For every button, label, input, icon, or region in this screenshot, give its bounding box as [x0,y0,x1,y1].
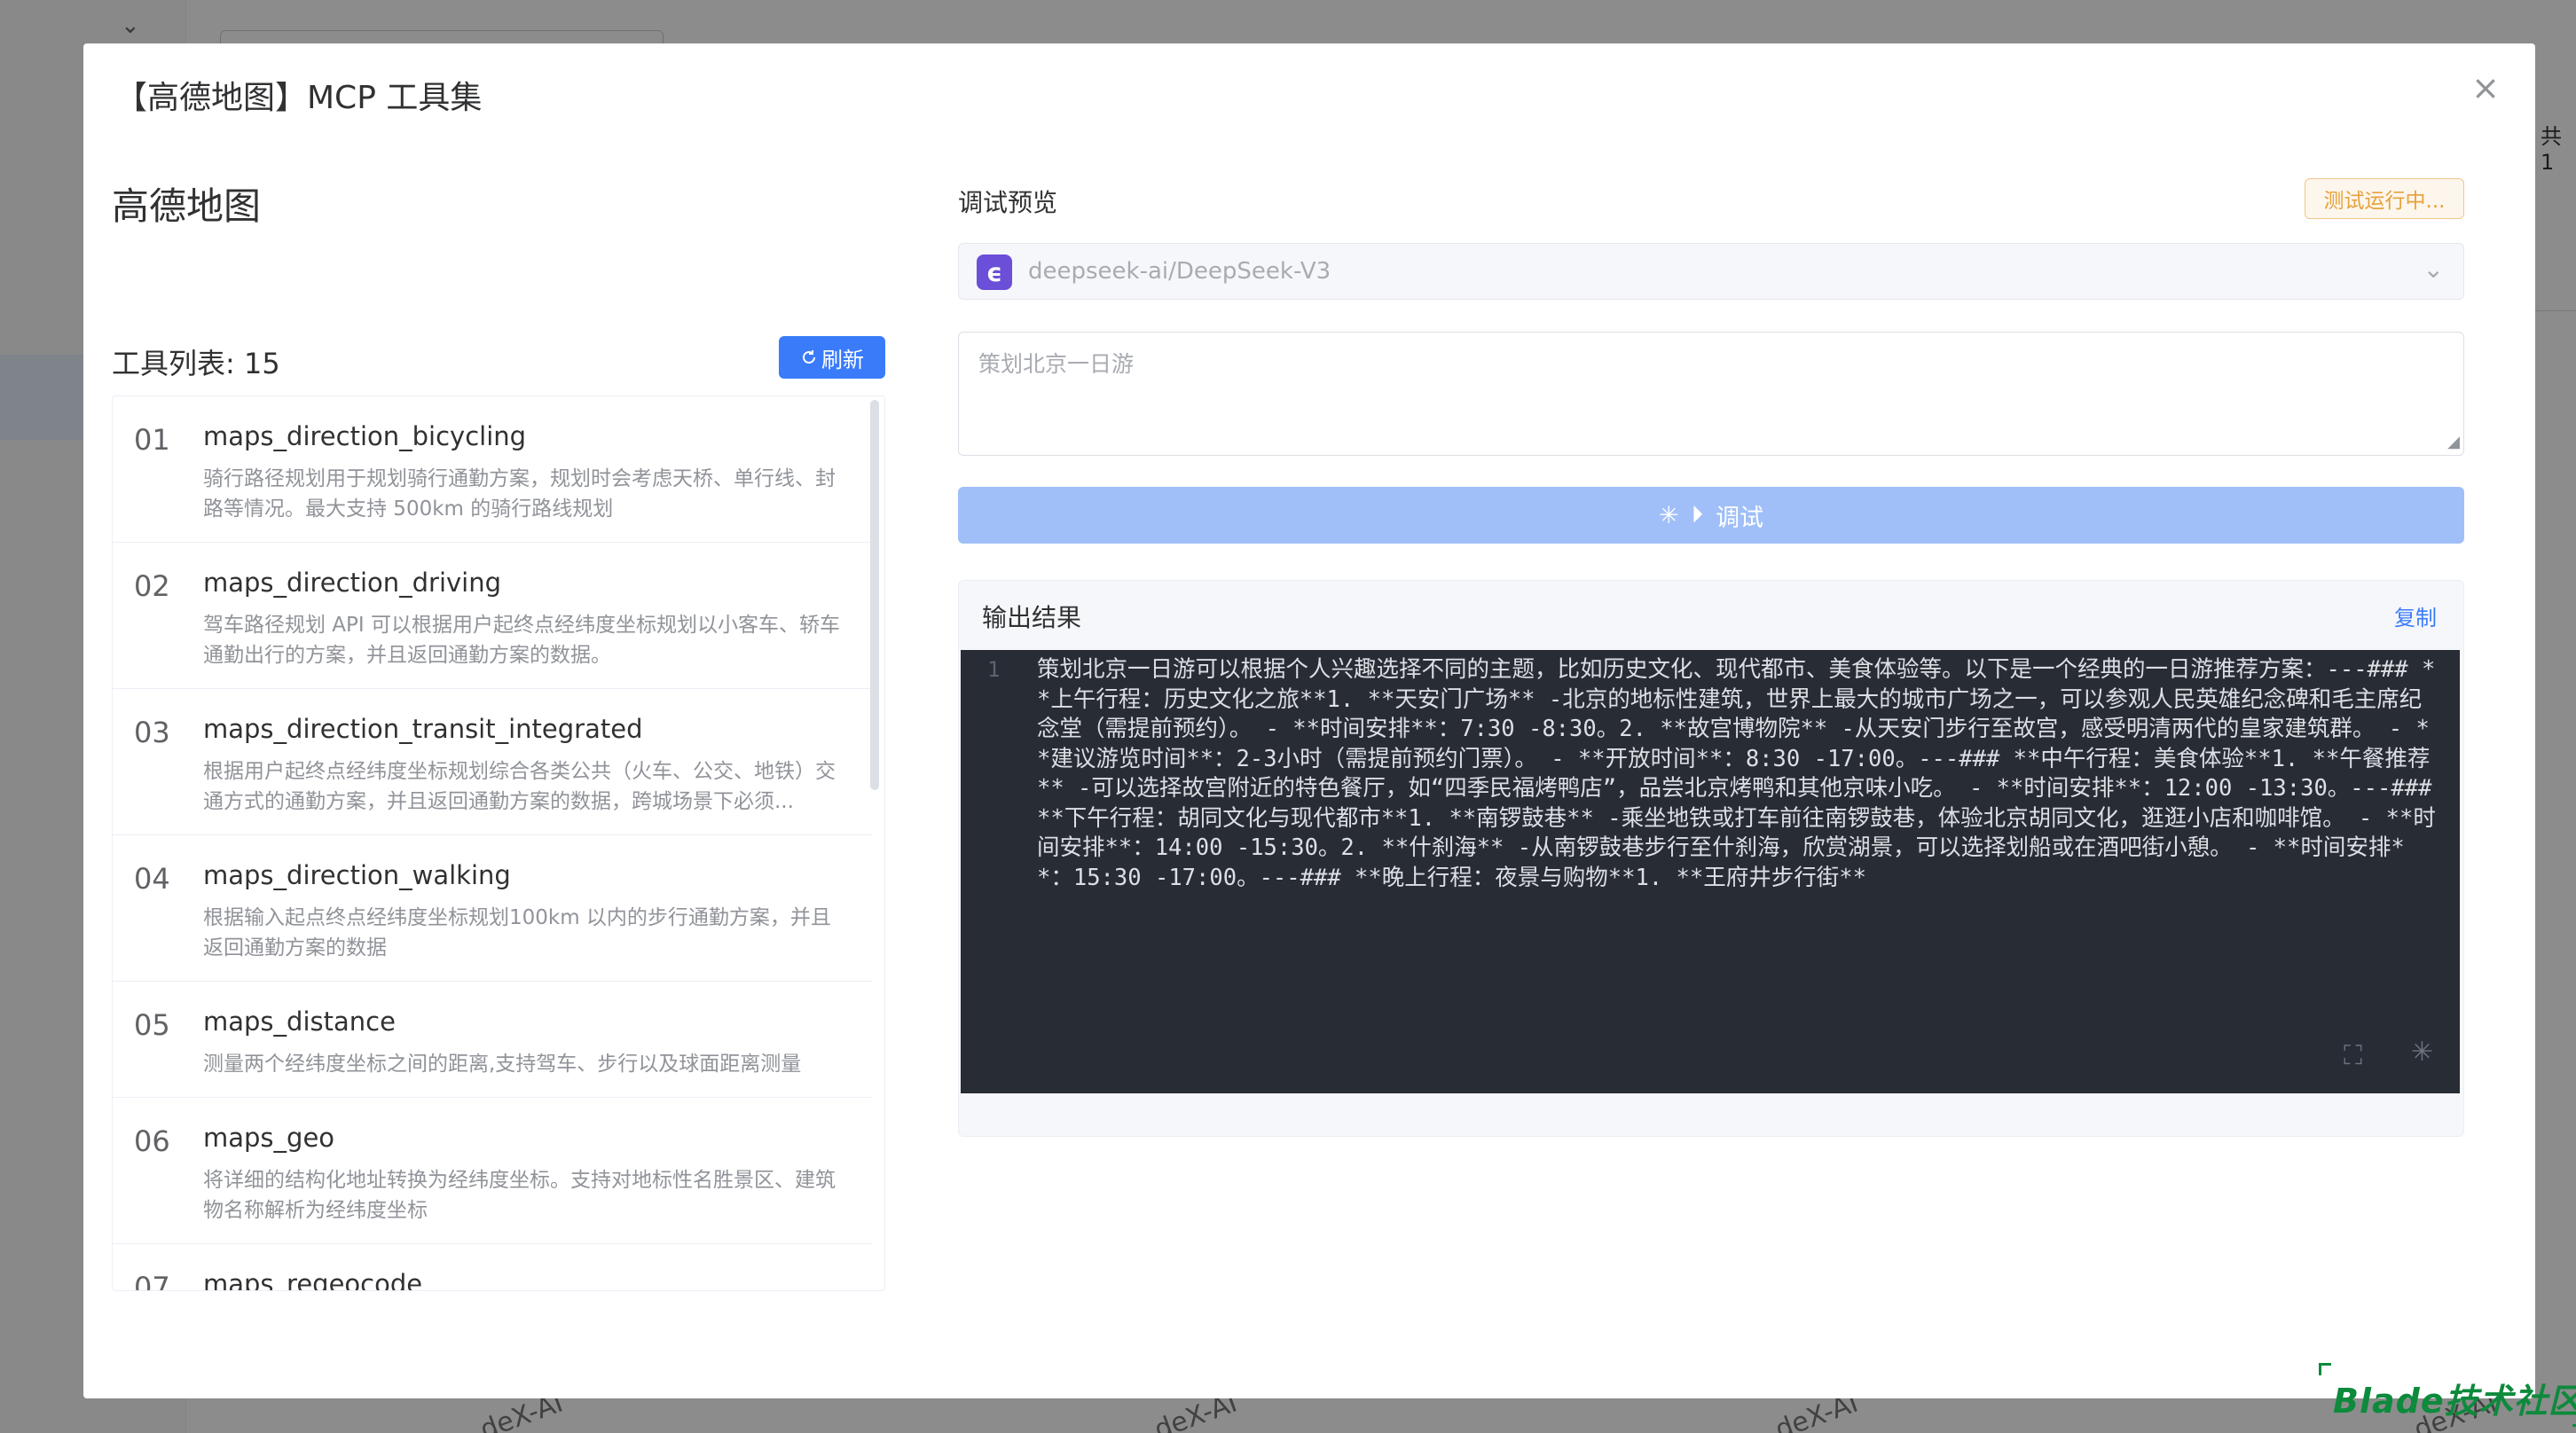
tool-list-item[interactable]: 04 maps_direction_walking 根据输入起点终点经纬度坐标规划1… [113,835,872,982]
copy-button[interactable]: 复制 [2394,600,2437,631]
tool-list-items: 01 maps_direction_bicycling 骑行路径规划用于规划骑行通勤… [113,396,872,1291]
test-running-button[interactable]: 测试运行中... [2305,178,2464,219]
loading-spinner-icon: ✳ [2410,1037,2433,1068]
tool-list-item[interactable]: 06 maps_geo 将详细的结构化地址转换为经纬度坐标。支持对地标性名胜景区、建… [113,1098,872,1244]
refresh-button-label: 刷新 [821,347,864,372]
tool-number: 04 [134,862,170,896]
debug-preview-label: 调试预览 [958,188,1058,217]
tool-number: 06 [134,1124,170,1158]
prompt-placeholder: 策划北京一日游 [978,351,1135,377]
tool-list-header: 工具列表: 15 刷新 [112,336,885,380]
model-select[interactable]: ϵ deepseek-ai/DeepSeek-V3 ⌄ [958,243,2464,300]
tool-description: 将详细的结构化地址转换为经纬度坐标。支持对地标性名胜景区、建筑物名称解析为经纬度… [203,1169,836,1222]
fullscreen-icon[interactable]: ⛶ [2344,1040,2362,1071]
refresh-button[interactable]: 刷新 [779,336,885,379]
deepseek-logo-icon: ϵ [977,254,1012,290]
mcp-toolset-dialog: 【高德地图】MCP 工具集 × 高德地图 工具列表: 15 刷新 01 maps_… [83,43,2576,1427]
tool-name: maps_direction_bicycling [203,421,527,451]
logo-corner [2572,1414,2576,1427]
tool-description: 根据用户起终点经纬度坐标规划综合各类公共（火车、公交、地铁）交通方式的通勤方案，… [203,760,836,813]
tool-count-label: 工具列表: 15 [112,347,280,380]
output-title: 输出结果 [982,603,1082,632]
chevron-down-icon: ⌄ [2423,254,2444,284]
tool-description: 驾车路径规划 API 可以根据用户起终点经纬度坐标规划以小客车、轿车通勤出行的方… [203,614,841,667]
debug-button[interactable]: ✳ ⏵ 调试 [958,487,2464,544]
tool-list-item[interactable]: 07 maps_regeocode [113,1244,872,1291]
tool-description: 骑行路径规划用于规划骑行通勤方案，规划时会考虑天桥、单行线、封路等情况。最大支持… [203,467,836,521]
line-number: 1 [987,657,1001,682]
refresh-icon [803,350,815,364]
tool-description: 根据输入起点终点经纬度坐标规划100km 以内的步行通勤方案，并且返回通勤方案的… [203,906,831,959]
output-panel: 输出结果 复制 1 策划北京一日游可以根据个人兴趣选择不同的主题，比如历史文化、… [958,580,2464,1137]
tool-list-scrollbar[interactable] [870,396,883,1290]
tool-number: 05 [134,1008,170,1042]
model-select-value: deepseek-ai/DeepSeek-V3 [1028,258,1331,285]
tool-name: maps_direction_driving [203,568,502,598]
tool-list-item[interactable]: 03 maps_direction_transit_integrated 根据用户起… [113,689,872,835]
tool-name: maps_direction_walking [203,860,511,890]
loading-spinner-icon: ✳ [1658,501,1679,529]
tool-number: 07 [134,1271,170,1291]
tool-list[interactable]: 01 maps_direction_bicycling 骑行路径规划用于规划骑行通勤… [112,395,885,1291]
tool-description: 测量两个经纬度坐标之间的距离,支持驾车、步行以及球面距离测量 [203,1053,802,1076]
brand-logo: Blade技术社区 [2319,1363,2576,1427]
tool-name: maps_regeocode [203,1269,423,1291]
play-circle-icon: ⏵ [1691,501,1704,529]
close-icon[interactable]: × [2468,70,2503,106]
output-header: 输出结果 复制 [959,581,2463,650]
prompt-input[interactable]: 策划北京一日游 ◢ [958,332,2464,456]
tool-list-item[interactable]: 01 maps_direction_bicycling 骑行路径规划用于规划骑行通勤… [113,396,872,543]
tool-name: maps_direction_transit_integrated [203,714,643,744]
tool-number: 01 [134,423,170,457]
tool-list-item[interactable]: 02 maps_direction_driving 驾车路径规划 API 可以根据用… [113,543,872,689]
scrollbar-thumb[interactable] [870,400,879,790]
tool-name: maps_distance [203,1006,396,1037]
tool-number: 03 [134,716,170,749]
tool-list-item[interactable]: 05 maps_distance 测量两个经纬度坐标之间的距离,支持驾车、步行以及球… [113,982,872,1098]
resize-handle-icon[interactable]: ◢ [2447,433,2460,451]
logo-corner [2319,1363,2331,1375]
debug-button-label: 调试 [1716,504,1764,532]
provider-title: 高德地图 [112,184,262,228]
output-text: 策划北京一日游可以根据个人兴趣选择不同的主题，比如历史文化、现代都市、美食体验等… [1037,656,2446,891]
dialog-title: 【高德地图】MCP 工具集 [115,80,483,116]
brand-logo-text: Blade技术社区 [2333,1382,2576,1421]
output-code-editor[interactable]: 1 策划北京一日游可以根据个人兴趣选择不同的主题，比如历史文化、现代都市、美食体… [961,650,2460,1093]
tool-name: maps_geo [203,1123,335,1153]
tool-number: 02 [134,569,170,603]
